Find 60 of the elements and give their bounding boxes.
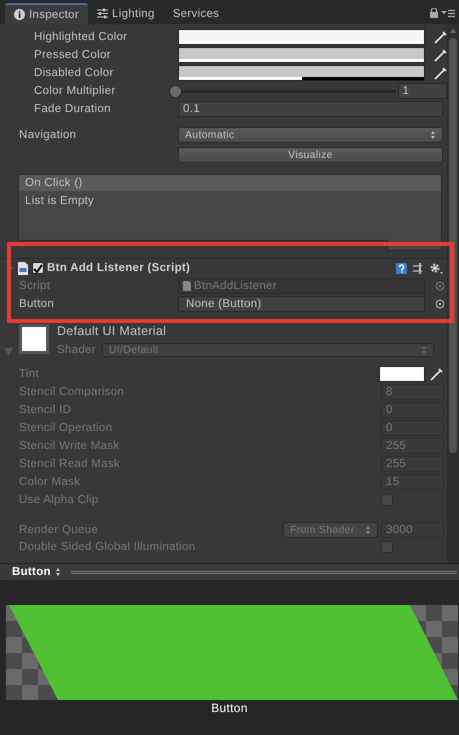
check-icon: [33, 264, 43, 272]
help-icon[interactable]: [396, 262, 407, 274]
property-label: Stencil Read Mask: [19, 458, 121, 470]
dropdown-arrows-icon: [420, 345, 427, 355]
property-label: Double Sided Global Illumination: [19, 541, 196, 553]
property-label: Pressed Color: [33, 49, 112, 61]
sliders-icon[interactable]: [413, 262, 423, 274]
property-label: Button: [18, 298, 56, 310]
component-title: Btn Add Listener (Script): [47, 262, 190, 274]
color-field[interactable]: [178, 65, 425, 81]
property-label: Color Multiplier: [33, 85, 116, 97]
empty-list-text: List is Empty: [24, 194, 96, 209]
lock-icon[interactable]: [430, 8, 438, 18]
dropdown-arrows-icon: [365, 525, 371, 535]
property-label: Tint: [19, 368, 40, 380]
eyedropper-icon[interactable]: [433, 48, 447, 62]
gear-icon[interactable]: [429, 262, 443, 274]
property-label: Render Queue: [19, 524, 100, 536]
number-field[interactable]: 1: [398, 83, 448, 99]
property-label: Use Alpha Clip: [19, 494, 100, 506]
number-field[interactable]: 0.1: [178, 101, 443, 117]
property-label: Stencil Operation: [19, 422, 114, 434]
material-thumbnail: [19, 324, 49, 354]
color-field[interactable]: [178, 29, 425, 45]
property-label: Navigation: [19, 129, 78, 141]
visualize-button[interactable]: Visualize: [178, 147, 443, 163]
navigation-dropdown[interactable]: Automatic: [178, 127, 443, 143]
slider-thumb[interactable]: [169, 84, 182, 98]
event-list-header: On Click (): [19, 175, 441, 191]
info-icon: [14, 9, 25, 20]
tab[interactable]: Services: [164, 3, 228, 24]
property-label: Fade Duration: [33, 103, 112, 115]
property-label: Shader: [57, 344, 96, 356]
menu-icon[interactable]: [441, 8, 455, 18]
scrollbar-thumb[interactable]: [449, 38, 457, 453]
color-field[interactable]: [178, 47, 425, 63]
dropdown-arrows-icon: [54, 567, 61, 577]
object-field[interactable]: None (Button): [178, 296, 425, 312]
property-label: Stencil Write Mask: [19, 440, 120, 452]
script-file-icon: [17, 262, 29, 274]
property-label: Stencil Comparison: [19, 386, 126, 398]
eyedropper-icon[interactable]: [433, 30, 447, 44]
property-label: Script: [18, 280, 52, 292]
object-field: BtnAddListener: [178, 278, 425, 294]
property-label: Highlighted Color: [33, 31, 128, 43]
eyedropper-icon[interactable]: [433, 66, 447, 80]
scroll-up-icon[interactable]: [450, 28, 456, 33]
preview-caption: Button: [211, 701, 248, 715]
property-label: Color Mask: [19, 476, 82, 488]
preview-title: Button: [12, 566, 51, 578]
eyedropper-icon[interactable]: [429, 366, 443, 382]
sliders-icon: [97, 8, 108, 19]
property-label: Disabled Color: [33, 67, 115, 79]
script-file-icon: [183, 281, 191, 291]
material-name: Default UI Material: [57, 324, 168, 340]
dropdown-arrows-icon: [430, 130, 436, 140]
tab[interactable]: Inspector: [5, 3, 88, 24]
tab[interactable]: Lighting: [88, 3, 164, 24]
property-label: Stencil ID: [19, 404, 72, 416]
enable-checkbox[interactable]: [32, 262, 44, 274]
